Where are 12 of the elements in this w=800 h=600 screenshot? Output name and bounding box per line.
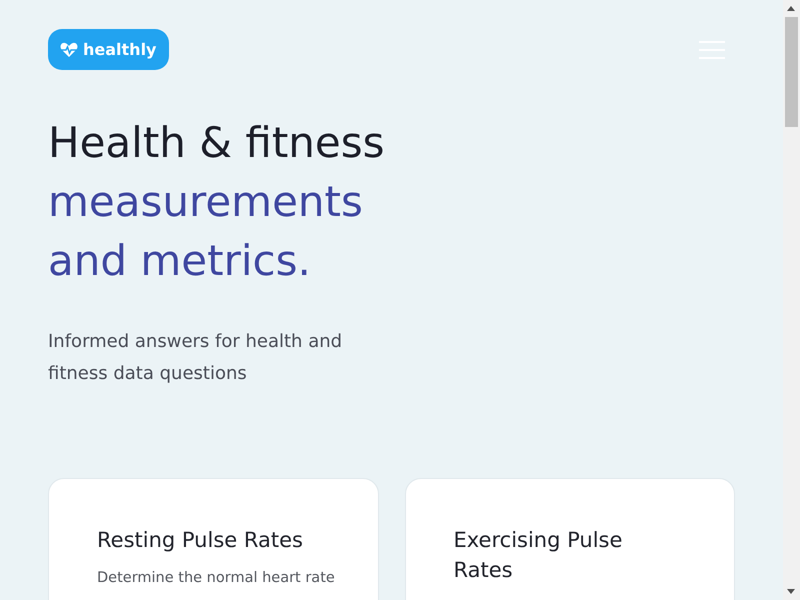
- card-title: Resting Pulse Rates: [97, 527, 304, 554]
- hero-subtitle: Informed answers for health and: [48, 330, 344, 354]
- logo-text: healthly: [83, 40, 156, 59]
- logo[interactable]: healthly: [48, 29, 170, 70]
- hero-title-accent: measurements: [48, 176, 364, 228]
- card-description: Determine the normal heart rate: [97, 569, 335, 587]
- hero-title-accent: and metrics.: [48, 235, 312, 287]
- hero-title: Health & fitness: [48, 118, 385, 167]
- hero-subtitle: fitness data questions: [48, 362, 248, 386]
- heart-pulse-icon: [60, 42, 78, 58]
- card-title: Exercising Pulse Rates: [454, 527, 624, 584]
- scrollbar[interactable]: [783, 0, 800, 600]
